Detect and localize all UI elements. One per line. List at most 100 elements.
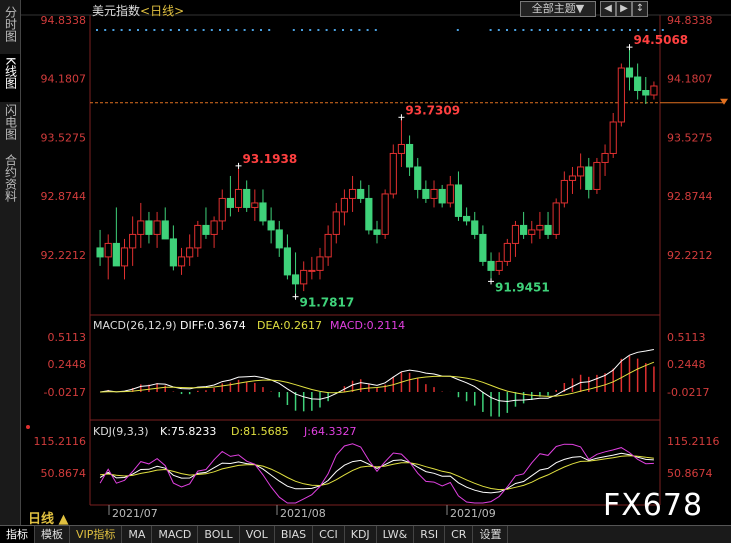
kdj-tick-right: 115.2116 [667, 435, 720, 448]
chart-canvas[interactable]: 94.8338 94.8338 94.1807 94.1807 93.5275 93.52… [0, 0, 731, 542]
candle-body [552, 202, 560, 235]
next-icon[interactable]: ▶ [616, 1, 632, 17]
signal-dot [538, 29, 541, 31]
candle-body [202, 224, 210, 235]
signal-dot [268, 29, 271, 31]
signal-dot [251, 29, 254, 31]
candle-body [251, 202, 259, 208]
signal-dot [530, 29, 533, 31]
instrument-name: 美元指数 [92, 4, 141, 18]
signal-dot [604, 29, 607, 31]
candle-body [112, 242, 120, 267]
kdj-tick-left: 50.8674 [41, 467, 87, 480]
signal-dot [309, 29, 312, 31]
signal-dot [260, 29, 262, 31]
tab-10[interactable]: LW& [377, 526, 415, 543]
candle-body [544, 224, 552, 235]
candle-body [373, 229, 381, 235]
tab-3[interactable]: MA [122, 526, 153, 543]
candle-body [397, 143, 406, 154]
candle-body [153, 220, 161, 235]
price-tick-right: 94.8338 [667, 14, 713, 27]
indicator-tabbar: 指标 模板 VIP指标 MA MACD BOLL VOL BIAS CCI KDJ LW& RSI CR… [0, 525, 731, 543]
signal-dot [555, 29, 558, 31]
sidebar-item-kline[interactable]: K线图 [0, 54, 20, 102]
date-label: 2021/09 [450, 507, 496, 520]
signal-dot [178, 29, 180, 31]
candle-body [332, 211, 340, 235]
price-tick-left: 93.5275 [41, 132, 87, 145]
candle-body [438, 188, 446, 204]
candle-body [357, 188, 365, 199]
annotation-high3: 94.5068 [633, 33, 688, 47]
candle-body [577, 166, 585, 177]
candle-body [129, 233, 137, 249]
candle-body [389, 152, 397, 195]
date-label: 2021/07 [112, 507, 158, 520]
sidebar-item-flash[interactable]: 闪电图 [0, 104, 20, 150]
candle-body [243, 188, 251, 208]
signal-dot [227, 29, 230, 31]
tab-0[interactable]: 指标 [0, 526, 35, 543]
tab-12[interactable]: CR [445, 526, 474, 543]
signal-dot [301, 29, 303, 31]
candle-body [503, 242, 511, 262]
signal-dot [645, 29, 648, 31]
kdj-tick-right: 50.8674 [667, 467, 713, 480]
prev-icon[interactable]: ◀ [600, 1, 616, 17]
tab-2[interactable]: VIP指标 [70, 526, 123, 543]
candle-body [422, 188, 430, 199]
signal-dot [186, 29, 189, 31]
candle-body [430, 188, 438, 199]
macd-tick-right: 0.2448 [667, 358, 706, 371]
tab-8[interactable]: CCI [313, 526, 345, 543]
sidebar-item-contract[interactable]: 合约资料 [0, 154, 20, 214]
candle-body [609, 121, 617, 154]
macd-value: MACD:0.2114 [330, 319, 405, 332]
candle-body [300, 269, 308, 285]
tab-11[interactable]: RSI [414, 526, 446, 543]
kdj-marker-icon [26, 425, 30, 429]
macd-title: MACD(26,12,9) [93, 319, 177, 332]
signal-dot [112, 29, 115, 31]
sidebar-item-timeline[interactable]: 分时图 [0, 6, 20, 52]
macd-tick-left: 0.2448 [48, 358, 87, 371]
tab-5[interactable]: BOLL [198, 526, 240, 543]
macd-tick-right: 0.5113 [667, 331, 706, 344]
annotation-low2: 91.9451 [495, 280, 550, 294]
chart-title: 美元指数<日线> [92, 2, 184, 19]
candle-body [96, 247, 104, 258]
annotation-low1: 91.7817 [300, 296, 355, 310]
resize-icon[interactable]: ↕ [632, 1, 648, 17]
tab-9[interactable]: KDJ [345, 526, 377, 543]
macd-tick-right: -0.0217 [667, 386, 709, 399]
candle-body [145, 220, 153, 235]
signal-dot [153, 29, 156, 31]
tab-1[interactable]: 模板 [35, 526, 70, 543]
price-tick-right: 94.1807 [667, 73, 713, 86]
candle-body [169, 238, 177, 267]
annotation-high2: 93.7309 [405, 103, 460, 117]
signal-dot [325, 29, 328, 31]
signal-dot [522, 29, 525, 31]
tab-6[interactable]: VOL [240, 526, 275, 543]
tab-13[interactable]: 设置 [473, 526, 509, 543]
candle-body [593, 161, 601, 190]
candle-body [536, 224, 544, 231]
signal-dot [137, 29, 139, 31]
candle-body [137, 220, 145, 235]
candle-body [283, 247, 292, 276]
tab-4[interactable]: MACD [152, 526, 199, 543]
candle-body [601, 152, 609, 163]
candle-body [186, 247, 194, 258]
signal-dot [547, 29, 549, 31]
candle-body [405, 143, 414, 168]
theme-dropdown[interactable]: 全部主题▼ [520, 1, 596, 17]
signal-dot [489, 29, 492, 31]
candle-body [381, 193, 389, 235]
candle-body [650, 85, 658, 96]
signal-dot [120, 29, 123, 31]
signal-dot [563, 29, 566, 31]
tab-7[interactable]: BIAS [275, 526, 314, 543]
signal-dot [202, 29, 205, 31]
